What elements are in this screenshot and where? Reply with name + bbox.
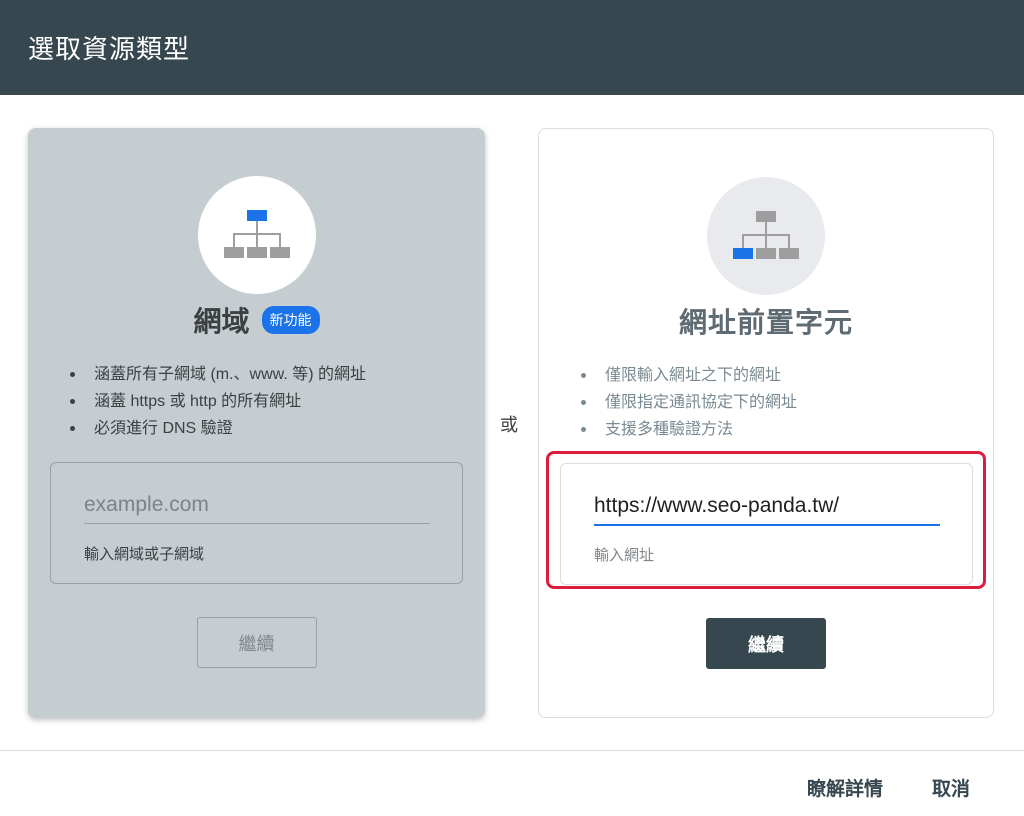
or-separator: 或 [500, 415, 518, 435]
domain-property-card[interactable]: 網域 新功能 涵蓋所有子網域 (m.、www. 等) 的網址 涵蓋 https … [28, 128, 485, 718]
new-feature-badge: 新功能 [261, 306, 320, 334]
domain-icon-circle [197, 176, 316, 294]
list-item: 僅限指定通訊協定下的網址 [581, 389, 797, 416]
list-item: 必須進行 DNS 驗證 [70, 415, 366, 442]
url-prefix-property-card[interactable]: 網址前置字元 僅限輸入網址之下的網址 僅限指定通訊協定下的網址 支援多種驗證方法… [538, 128, 994, 718]
prefix-card-title: 網址前置字元 [678, 307, 853, 338]
sitemap-icon [223, 210, 290, 258]
domain-continue-button[interactable]: 繼續 [196, 617, 317, 668]
sitemap-icon [733, 211, 799, 259]
domain-input-helper: 輸入網域或子網域 [84, 546, 205, 563]
domain-feature-list: 涵蓋所有子網域 (m.、www. 等) 的網址 涵蓋 https 或 http … [70, 361, 366, 442]
domain-input-container: 輸入網域或子網域 [50, 462, 463, 584]
list-item: 涵蓋所有子網域 (m.、www. 等) 的網址 [70, 361, 366, 388]
domain-title-row: 網域 新功能 [28, 300, 485, 340]
prefix-icon-circle [707, 177, 825, 295]
prefix-title-row: 網址前置字元 [539, 301, 993, 341]
learn-more-link[interactable]: 瞭解詳情 [807, 774, 883, 801]
list-item: 支援多種驗證方法 [581, 416, 797, 443]
dialog-title: 選取資源類型 [28, 34, 191, 64]
domain-input[interactable] [84, 493, 430, 524]
footer-divider [0, 750, 1024, 751]
cancel-button[interactable]: 取消 [932, 774, 970, 801]
dialog-header: 選取資源類型 [0, 0, 1024, 95]
list-item: 僅限輸入網址之下的網址 [581, 362, 797, 389]
highlight-annotation-box [546, 451, 986, 589]
list-item: 涵蓋 https 或 http 的所有網址 [70, 388, 366, 415]
prefix-continue-button[interactable]: 繼續 [706, 618, 826, 669]
prefix-feature-list: 僅限輸入網址之下的網址 僅限指定通訊協定下的網址 支援多種驗證方法 [581, 362, 797, 443]
domain-card-title: 網域 [193, 306, 250, 337]
